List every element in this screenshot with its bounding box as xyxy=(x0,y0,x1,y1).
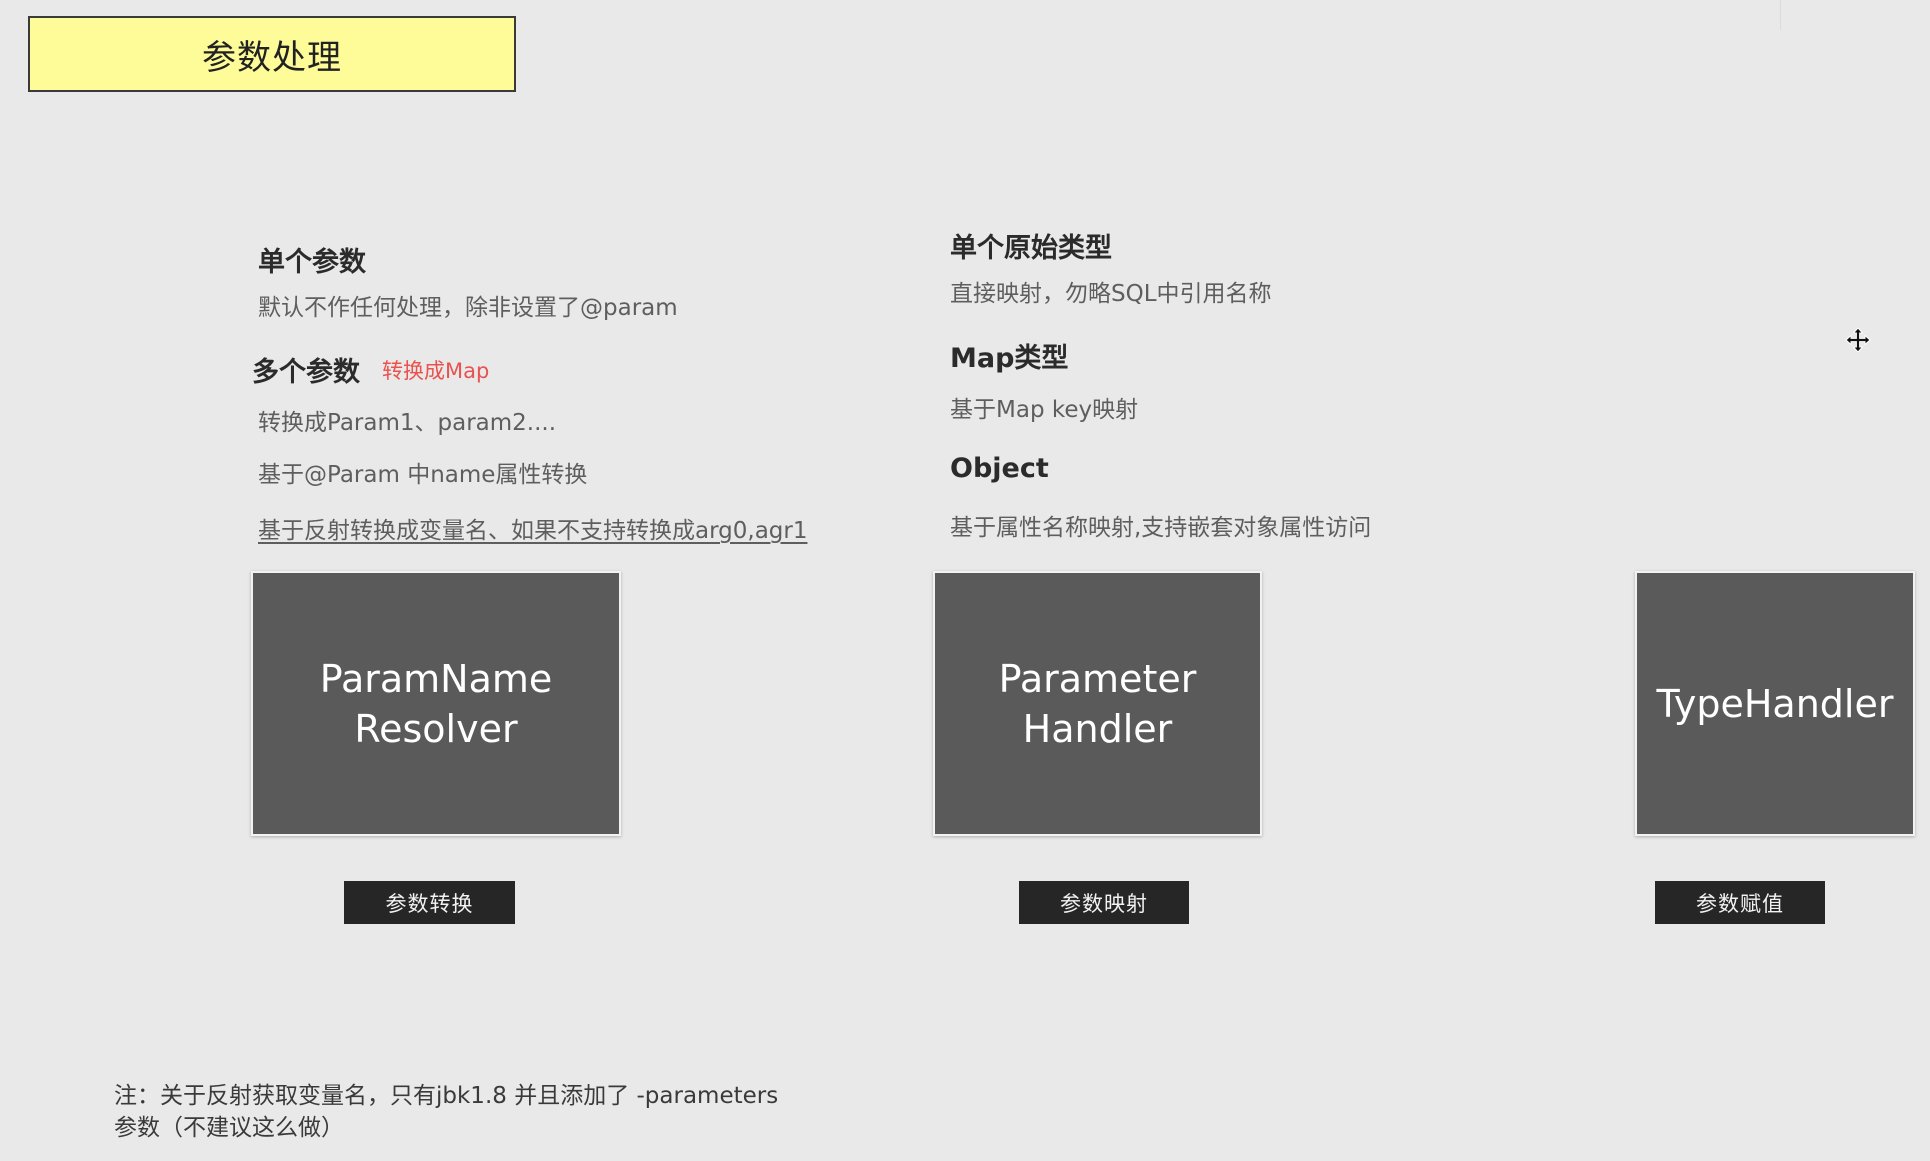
box-label-line-2: Resolver xyxy=(354,706,518,751)
footnote-line-1: 注：关于反射获取变量名，只有jbk1.8 并且添加了 -parameters xyxy=(114,1083,779,1109)
param-convert-button[interactable]: 参数转换 xyxy=(344,881,515,924)
move-icon[interactable] xyxy=(1845,327,1871,353)
multi-param-tag: 转换成Map xyxy=(382,359,490,383)
footnote-line-2: 参数（不建议这么做） xyxy=(114,1115,344,1141)
multi-param-line-2: 基于@Param 中name属性转换 xyxy=(258,462,588,488)
object-heading: Object xyxy=(950,453,1049,484)
primitive-type-heading: 单个原始类型 xyxy=(950,233,1112,264)
multi-param-line-3: 基于反射转换成变量名、如果不支持转换成arg0,agr1 xyxy=(258,518,808,544)
footnote: 注：关于反射获取变量名，只有jbk1.8 并且添加了 -parameters 参… xyxy=(114,1080,778,1144)
primitive-type-desc: 直接映射，勿略SQL中引用名称 xyxy=(950,281,1272,307)
typehandler-box: TypeHandler xyxy=(1635,571,1915,836)
object-desc: 基于属性名称映射,支持嵌套对象属性访问 xyxy=(950,515,1372,541)
box-label-line-1: TypeHandler xyxy=(1656,681,1894,726)
box-label-line-1: Parameter xyxy=(998,656,1197,701)
single-param-desc: 默认不作任何处理，除非设置了@param xyxy=(258,295,678,321)
paramname-resolver-box: ParamName Resolver xyxy=(251,571,621,836)
parameter-handler-box: Parameter Handler xyxy=(933,571,1262,836)
multi-param-line-1: 转换成Param1、param2.... xyxy=(258,410,557,436)
param-mapping-button[interactable]: 参数映射 xyxy=(1019,881,1189,924)
move-icon-graphic xyxy=(1845,327,1871,353)
page-title: 参数处理 xyxy=(28,16,516,92)
param-assign-button[interactable]: 参数赋值 xyxy=(1655,881,1825,924)
single-param-heading: 单个参数 xyxy=(258,247,366,278)
edge-divider xyxy=(1780,0,1781,30)
map-type-desc: 基于Map key映射 xyxy=(950,397,1139,423)
map-type-heading: Map类型 xyxy=(950,343,1069,374)
box-label-line-2: Handler xyxy=(1022,706,1173,751)
multi-param-heading: 多个参数 xyxy=(252,357,360,388)
box-label-line-1: ParamName xyxy=(319,656,553,701)
